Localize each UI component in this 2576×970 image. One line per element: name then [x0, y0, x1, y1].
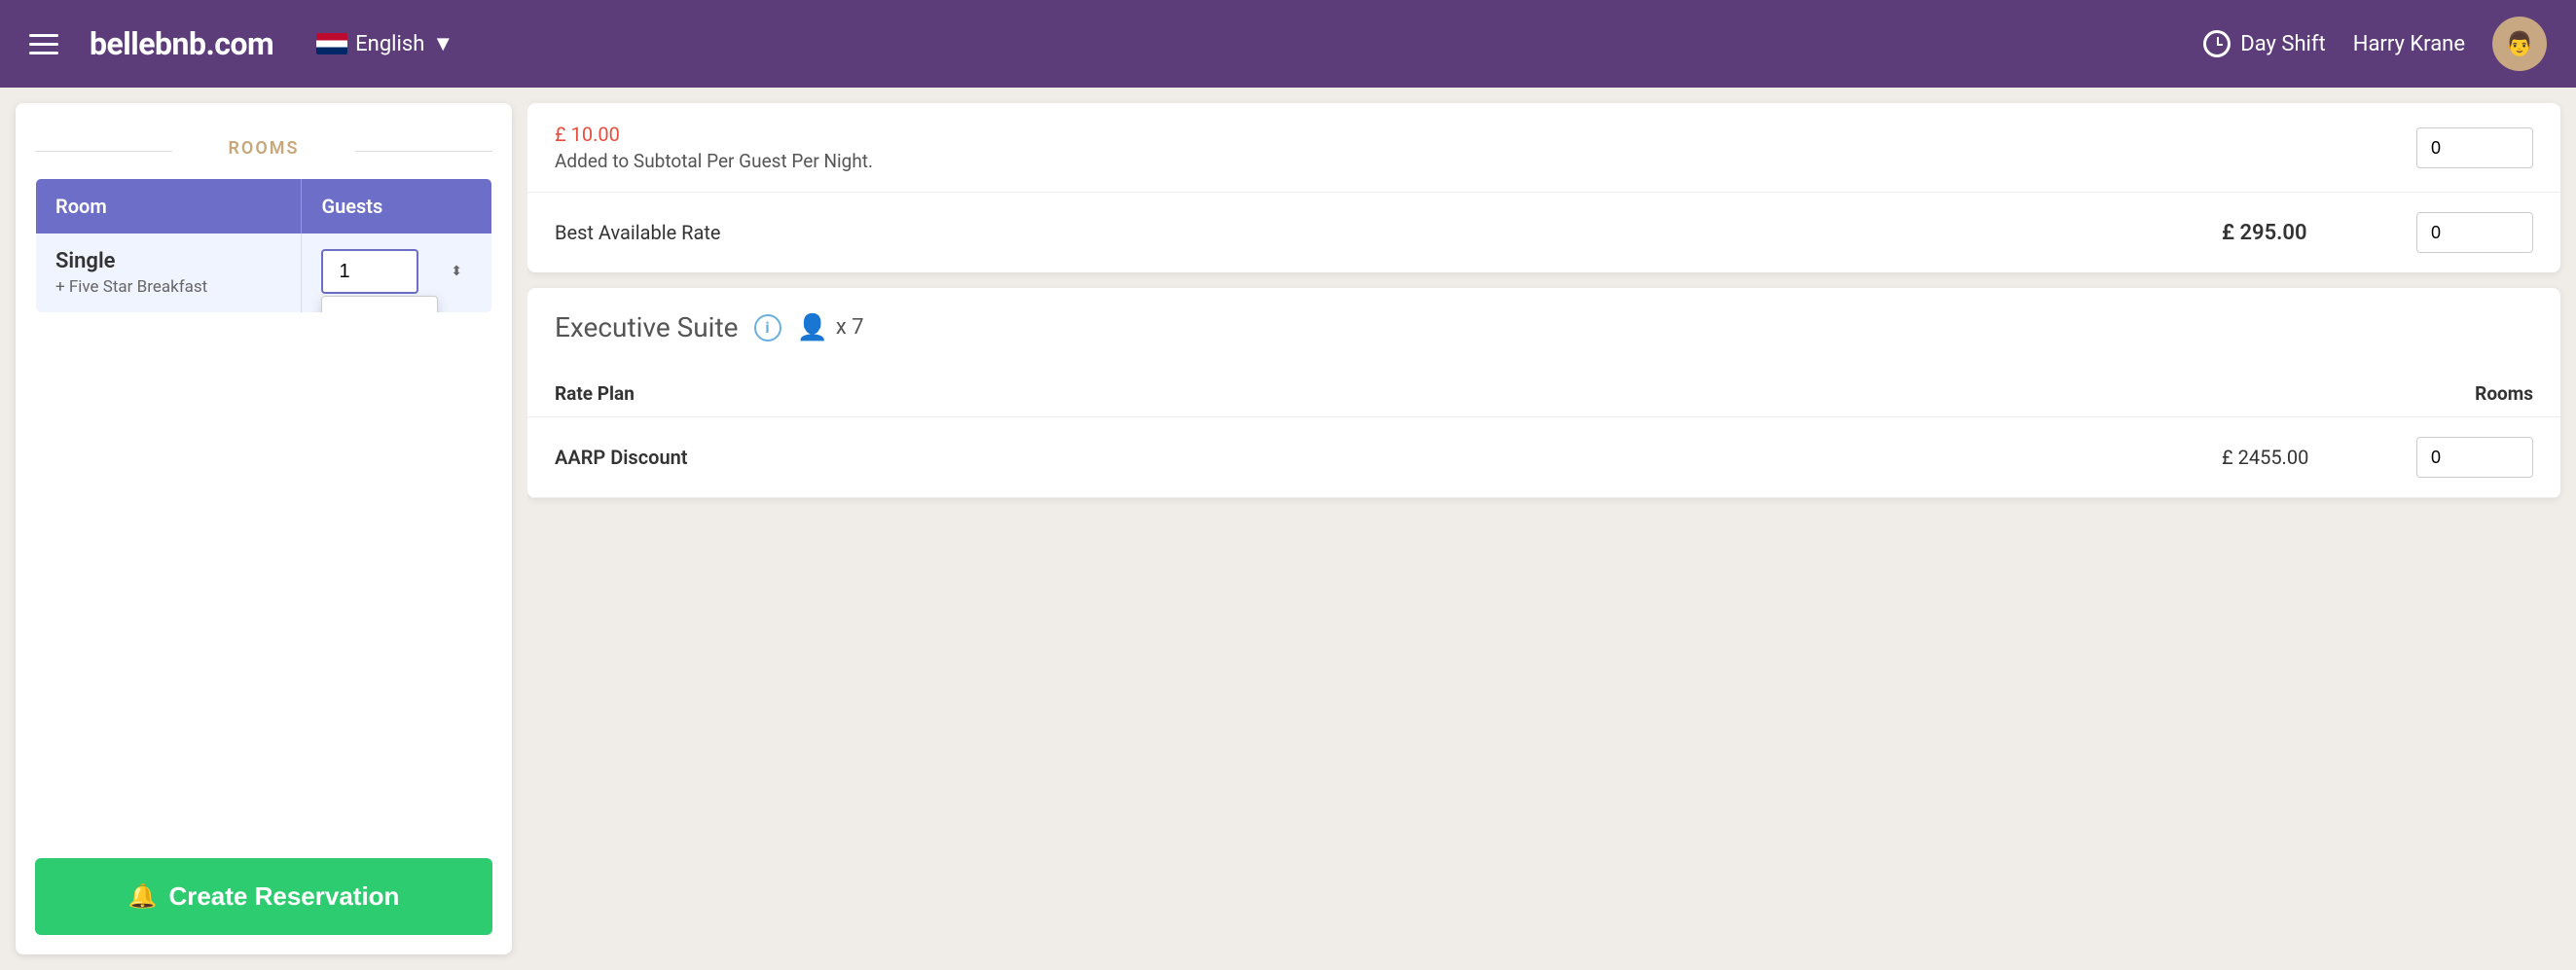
rooms-label: ROOMS	[229, 138, 300, 159]
best-rate-rooms-select[interactable]: 012	[2416, 212, 2533, 253]
suite-title-row: Executive Suite i 👤 x 7	[555, 311, 2533, 343]
capacity-count: x 7	[836, 315, 864, 340]
language-label: English	[355, 32, 424, 56]
per-guest-rooms-select[interactable]: 012	[2416, 127, 2533, 168]
per-guest-desc: Added to Subtotal Per Guest Per Night.	[555, 150, 2416, 172]
main-layout: ROOMS Room Guests Single + Five Star Bre…	[0, 88, 2576, 970]
user-name: Harry Krane	[2353, 32, 2465, 56]
language-selector[interactable]: English ▼	[316, 31, 454, 56]
per-guest-row: £ 10.00 Added to Subtotal Per Guest Per …	[527, 103, 2560, 193]
left-panel: ROOMS Room Guests Single + Five Star Bre…	[16, 103, 512, 954]
best-rate-label: Best Available Rate	[555, 221, 2222, 244]
table-row: Single + Five Star Breakfast 1 2 ⬍	[36, 234, 492, 313]
create-reservation-button[interactable]: 🔔 Create Reservation	[35, 858, 492, 935]
guests-dropdown[interactable]: 1 2	[321, 296, 438, 313]
dropdown-option-1[interactable]: 1	[322, 297, 437, 313]
flag-icon	[316, 33, 347, 54]
capacity-badge: 👤 x 7	[797, 313, 864, 342]
language-dropdown-arrow: ▼	[432, 31, 454, 56]
rooms-header: ROOMS	[35, 123, 492, 178]
hamburger-menu[interactable]	[29, 34, 58, 54]
per-guest-note: £ 10.00	[555, 123, 2416, 146]
top-rate-card: £ 10.00 Added to Subtotal Per Guest Per …	[527, 103, 2560, 272]
rate-table-header: Rate Plan Rooms	[527, 382, 2560, 417]
guests-select[interactable]: 1 2	[321, 249, 418, 294]
aarp-rooms-select[interactable]: 012	[2416, 437, 2533, 478]
rooms-section: ROOMS Room Guests Single + Five Star Bre…	[16, 103, 512, 858]
guests-select-wrapper: 1 2 ⬍ 1 2	[321, 249, 472, 294]
avatar[interactable]: 👨	[2492, 17, 2547, 71]
right-panel: £ 10.00 Added to Subtotal Per Guest Per …	[527, 88, 2576, 970]
top-navigation: bellebnb.com English ▼ Day Shift Harry K…	[0, 0, 2576, 88]
bell-icon: 🔔	[128, 882, 158, 911]
executive-suite-card: Executive Suite i 👤 x 7 Rate Plan Rooms …	[527, 288, 2560, 498]
person-icon: 👤	[797, 313, 828, 342]
suite-title: Executive Suite	[555, 311, 739, 343]
rate-plan-col-header: Rate Plan	[555, 382, 2339, 405]
shift-indicator: Day Shift	[2203, 30, 2325, 57]
suite-header: Executive Suite i 👤 x 7	[527, 288, 2560, 382]
rooms-col-header: Rooms	[2339, 382, 2533, 405]
best-available-rate-row: Best Available Rate £ 295.00 012	[527, 193, 2560, 272]
select-arrow-icon: ⬍	[451, 264, 462, 279]
aarp-label: AARP Discount	[555, 446, 2222, 469]
shift-label: Day Shift	[2240, 32, 2325, 56]
aarp-price: £ 2455.00	[2222, 446, 2416, 469]
room-sub: + Five Star Breakfast	[55, 277, 281, 297]
site-logo: bellebnb.com	[90, 25, 273, 62]
info-icon[interactable]: i	[754, 314, 781, 341]
aarp-discount-row: AARP Discount £ 2455.00 012	[527, 417, 2560, 498]
topnav-right-section: Day Shift Harry Krane 👨	[2203, 17, 2547, 71]
best-rate-price: £ 295.00	[2222, 221, 2416, 245]
day-shift-icon	[2203, 30, 2231, 57]
rooms-table: Room Guests Single + Five Star Breakfast	[35, 178, 492, 313]
room-col-header: Room	[36, 179, 302, 234]
guests-col-header: Guests	[302, 179, 492, 234]
room-name: Single	[55, 249, 281, 273]
create-reservation-label: Create Reservation	[168, 881, 399, 912]
